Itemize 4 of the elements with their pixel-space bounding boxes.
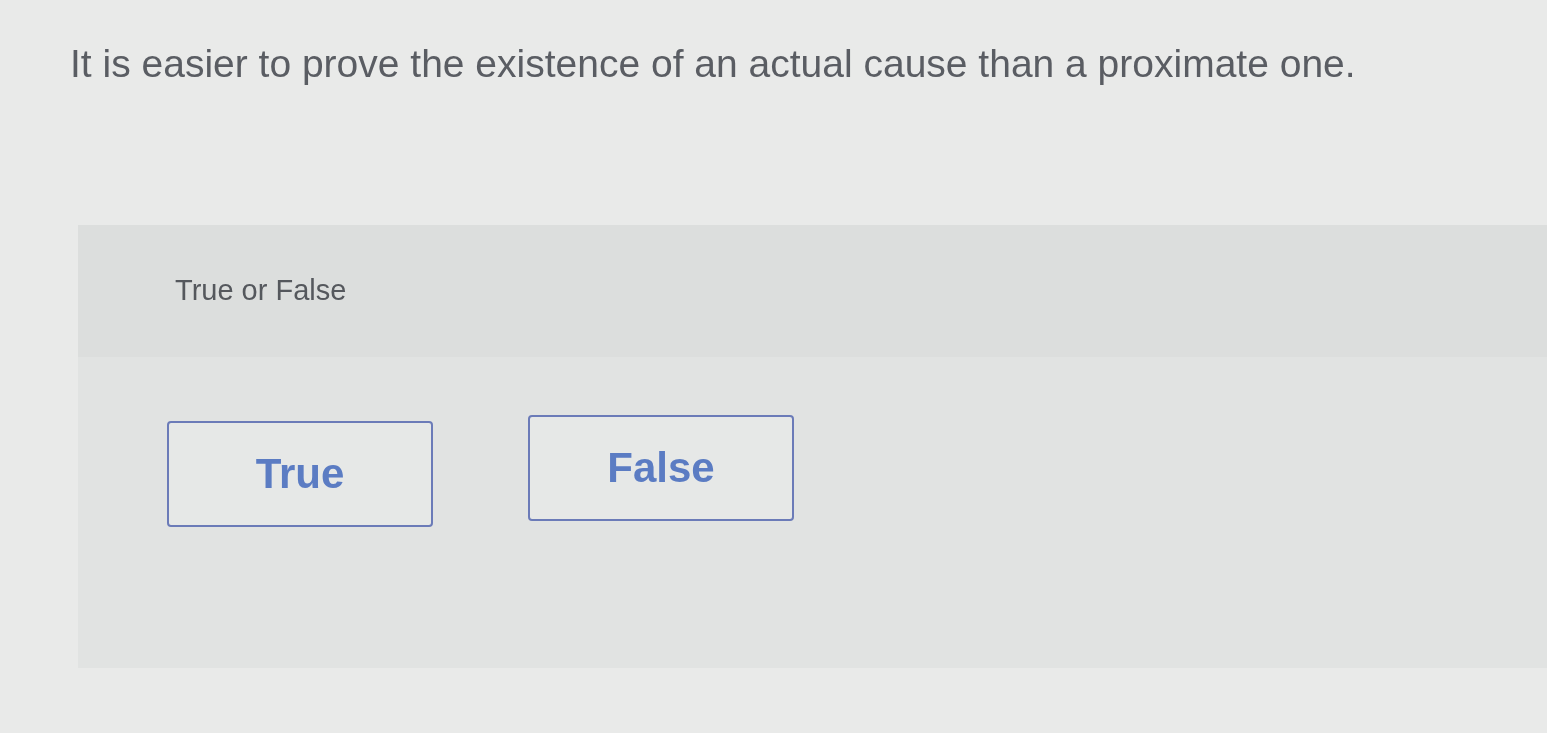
instruction-text: True or False — [175, 274, 347, 308]
question-text: It is easier to prove the existence of an actual cause than a proximate one. — [70, 41, 1356, 87]
answer-option[interactable]: False — [528, 414, 794, 521]
answer-option[interactable]: True — [167, 420, 433, 527]
